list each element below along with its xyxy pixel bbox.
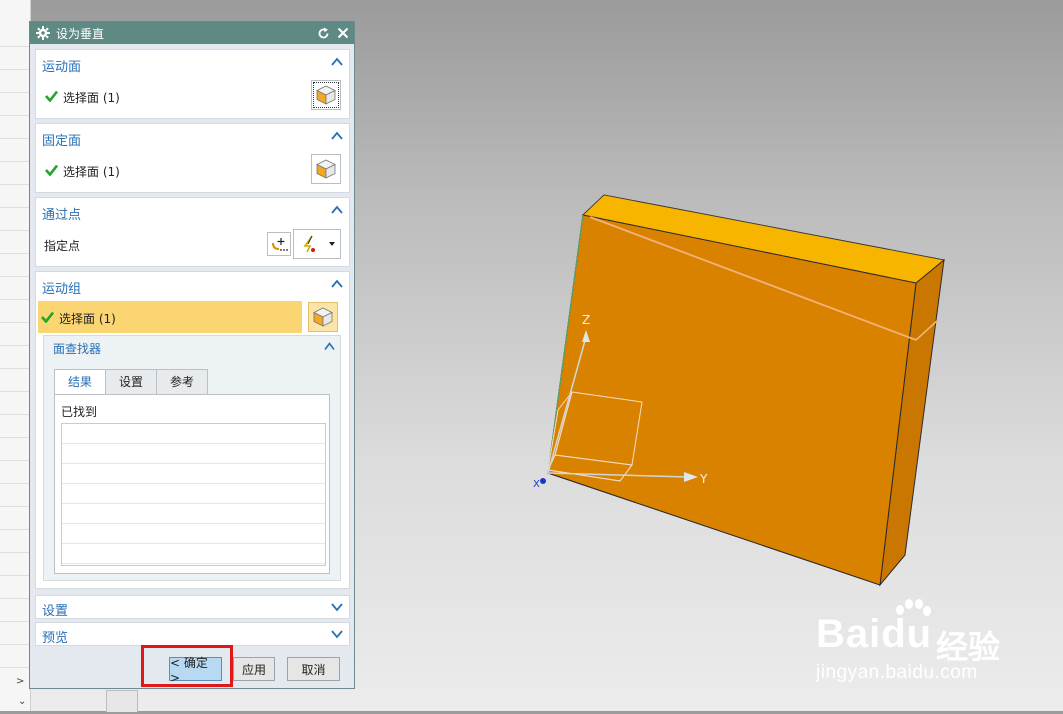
motion-group-header[interactable]: 运动组 — [36, 272, 349, 298]
paw-icon — [892, 598, 932, 631]
dialog-title-bar[interactable]: 设为垂直 — [30, 22, 354, 44]
list-item[interactable] — [62, 484, 325, 504]
gear-icon[interactable] — [36, 26, 50, 40]
close-icon[interactable] — [334, 24, 352, 42]
motion-face-section: 运动面 选择面 (1) — [35, 49, 350, 119]
motion-group-select-text: 选择面 (1) — [59, 312, 116, 326]
list-item[interactable] — [62, 524, 325, 544]
motion-face-label: 运动面 — [42, 60, 82, 75]
face-cube-icon — [316, 159, 336, 179]
annotation-highlight-box — [141, 645, 233, 687]
check-icon — [45, 90, 58, 102]
tab-results[interactable]: 结果 — [54, 369, 107, 396]
fixed-face-select-text: 选择面 (1) — [63, 165, 120, 179]
point-dialog-button[interactable] — [267, 232, 291, 256]
motion-face-select-text: 选择面 (1) — [63, 91, 120, 105]
axis-z-label: Z — [582, 313, 591, 327]
through-point-section: 通过点 指定点 — [35, 197, 350, 267]
chevron-down-icon[interactable]: ⌄ — [18, 696, 26, 707]
check-icon — [45, 164, 58, 176]
baidu-watermark: Baidu 经验 jingyan.baidu.com — [814, 598, 1014, 692]
background-toolbar-fragment — [106, 690, 138, 712]
select-motion-group-button[interactable] — [308, 302, 338, 332]
list-item[interactable] — [62, 544, 325, 564]
dialog-title: 设为垂直 — [56, 26, 105, 41]
face-cube-icon — [313, 307, 333, 327]
preview-section[interactable]: 预览 — [35, 622, 350, 646]
caret-down-icon — [329, 242, 335, 246]
preview-label: 预览 — [42, 631, 69, 646]
set-perpendicular-dialog: 设为垂直 运动面 选择面 (1) 固定面 选择面 (1) 通过点 指定点 运动组… — [29, 21, 355, 689]
chevron-up-icon[interactable] — [331, 131, 343, 141]
background-panel-strip: > ⌄ — [0, 0, 31, 711]
chevron-up-icon[interactable] — [331, 205, 343, 215]
face-finder-panel: 面查找器 结果 设置 参考 已找到 — [43, 335, 341, 581]
select-fixed-face-button[interactable] — [311, 154, 341, 184]
motion-face-row[interactable]: 选择面 (1) — [36, 80, 349, 112]
check-icon — [41, 311, 54, 323]
point-type-dropdown[interactable] — [293, 229, 341, 259]
specify-point-text: 指定点 — [44, 239, 81, 253]
through-point-header[interactable]: 通过点 — [36, 198, 349, 224]
watermark-url: jingyan.baidu.com — [816, 662, 978, 683]
axis-x-label: X — [533, 479, 540, 490]
chevron-down-icon[interactable] — [331, 602, 343, 612]
tab-settings[interactable]: 设置 — [105, 369, 158, 394]
motion-group-row[interactable]: 选择面 (1) — [38, 301, 343, 333]
list-item[interactable] — [62, 464, 325, 484]
cancel-button[interactable]: 取消 — [287, 657, 340, 681]
found-label: 已找到 — [61, 405, 98, 419]
motion-group-label: 运动组 — [42, 282, 82, 297]
reset-icon[interactable] — [314, 24, 332, 42]
chevron-up-icon[interactable] — [331, 57, 343, 67]
through-point-label: 通过点 — [42, 208, 82, 223]
settings-section[interactable]: 设置 — [35, 595, 350, 619]
list-item[interactable] — [62, 424, 325, 444]
list-item[interactable] — [62, 444, 325, 464]
results-tab-body: 已找到 — [54, 394, 330, 574]
point-constructor-icon — [272, 238, 288, 251]
fixed-face-header[interactable]: 固定面 — [36, 124, 349, 150]
chevron-up-icon[interactable] — [324, 342, 335, 351]
face-finder-tabs: 结果 设置 参考 — [54, 369, 209, 396]
face-finder-label[interactable]: 面查找器 — [53, 340, 101, 357]
motion-face-header[interactable]: 运动面 — [36, 50, 349, 76]
fixed-face-row[interactable]: 选择面 (1) — [36, 154, 349, 186]
list-item[interactable] — [62, 504, 325, 524]
inferred-point-icon — [303, 235, 315, 253]
settings-label: 设置 — [42, 604, 69, 619]
chevron-up-icon[interactable] — [331, 279, 343, 289]
apply-button[interactable]: 应用 — [233, 657, 275, 681]
scroll-right-icon[interactable]: > — [16, 676, 24, 687]
fixed-face-section: 固定面 选择面 (1) — [35, 123, 350, 193]
found-list[interactable] — [61, 423, 326, 566]
chevron-down-icon[interactable] — [331, 629, 343, 639]
tab-reference[interactable]: 参考 — [156, 369, 209, 394]
select-face-button[interactable] — [311, 80, 341, 110]
specify-point-row[interactable]: 指定点 — [36, 228, 349, 260]
fixed-face-label: 固定面 — [42, 134, 82, 149]
axis-y-label: Y — [700, 472, 708, 486]
face-cube-icon — [316, 85, 336, 105]
